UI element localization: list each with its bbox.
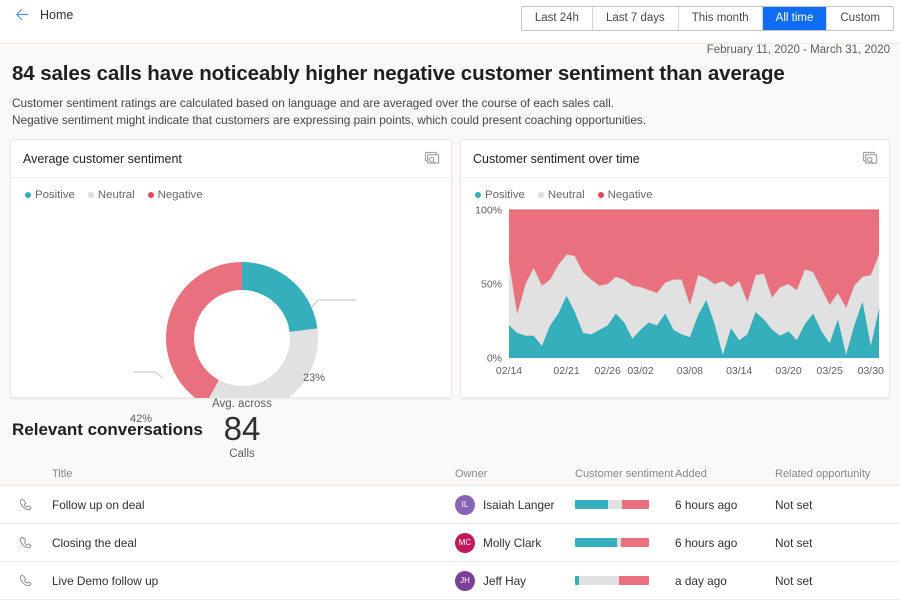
area-card-title: Customer sentiment over time [473, 152, 640, 166]
x-tick-label: 02/21 [553, 365, 579, 377]
sentiment-segment-positive [575, 500, 608, 509]
column-header-title[interactable]: Title [50, 468, 455, 480]
page-title: 84 sales calls have noticeably higher ne… [12, 62, 785, 86]
donut-slice-positive [242, 262, 317, 332]
cell-icon [0, 497, 50, 512]
x-tick-label: 03/30 [858, 365, 884, 377]
filter-custom[interactable]: Custom [827, 7, 893, 30]
description-line-1: Customer sentiment ratings are calculate… [12, 95, 646, 112]
cell-icon [0, 535, 50, 550]
cell-added: 6 hours ago [675, 536, 775, 550]
donut-leader-line-0 [311, 300, 356, 308]
column-header-customer-sentiment[interactable]: Customer sentiment [575, 468, 675, 480]
sentiment-segment-neutral [579, 576, 620, 585]
cell-owner[interactable]: MC Molly Clark [455, 533, 575, 553]
cell-title[interactable]: Live Demo follow up [50, 574, 455, 588]
cell-added: 6 hours ago [675, 498, 775, 512]
sentiment-segment-neutral [608, 500, 621, 509]
avatar: MC [455, 533, 475, 553]
donut-center-value: 84 [207, 410, 277, 448]
sentiment-segment-positive [575, 538, 617, 547]
table-row[interactable]: Closing the dealMC Molly Clark 6 hours ago… [0, 524, 900, 562]
x-tick-label: 02/14 [496, 365, 522, 377]
x-tick-label: 03/20 [775, 365, 801, 377]
table-row[interactable]: Live Demo follow upJH Jeff Hay a day agoNo… [0, 562, 900, 600]
donut-slice-neutral [205, 328, 318, 398]
filter-all-time[interactable]: All time [763, 7, 828, 30]
filter-last-7-days[interactable]: Last 7 days [593, 7, 679, 30]
x-tick-label: 03/14 [726, 365, 752, 377]
donut-card-header: Average customer sentiment [11, 140, 451, 178]
date-range-text: February 11, 2020 - March 31, 2020 [707, 44, 890, 56]
sentiment-bar [575, 538, 649, 547]
phone-icon [18, 573, 33, 588]
y-tick-label: 50% [481, 279, 502, 291]
owner-name: Jeff Hay [483, 574, 526, 588]
column-header-owner[interactable]: Owner [455, 468, 575, 480]
avatar: IL [455, 495, 475, 515]
donut-slice-negative [166, 262, 242, 398]
cell-customer-sentiment [575, 576, 675, 585]
phone-icon [18, 535, 33, 550]
drill-down-icon[interactable] [861, 150, 879, 168]
donut-chart [11, 198, 453, 398]
cell-title[interactable]: Closing the deal [50, 536, 455, 550]
column-header-related-opportunity[interactable]: Related opportunity [775, 468, 895, 480]
cell-customer-sentiment [575, 538, 675, 547]
stacked-area-chart: 0% 50% 100% 02/14 02/21 02/26 03/02 03/08 03/14 0… [461, 198, 891, 398]
sentiment-segment-negative [622, 500, 649, 509]
donut-center-unit: Calls [207, 448, 277, 460]
phone-icon [18, 497, 33, 512]
page-description: Customer sentiment ratings are calculate… [12, 95, 646, 129]
top-bar: Home Last 24h Last 7 days This month All… [0, 0, 900, 44]
average-customer-sentiment-card: Average customer sentiment Positive Neut… [10, 139, 452, 398]
cell-added: a day ago [675, 574, 775, 588]
filter-this-month[interactable]: This month [679, 7, 763, 30]
cell-customer-sentiment [575, 500, 675, 509]
time-range-filter-group: Last 24h Last 7 days This month All time… [521, 6, 894, 31]
drill-down-icon[interactable] [423, 150, 441, 168]
donut-card-title: Average customer sentiment [23, 152, 182, 166]
cell-icon [0, 573, 50, 588]
x-tick-label: 02/26 [595, 365, 621, 377]
back-to-home-link[interactable]: Home [14, 6, 73, 23]
sentiment-bar [575, 576, 649, 585]
column-header-added[interactable]: Added [675, 468, 775, 480]
cell-related-opportunity: Not set [775, 536, 895, 550]
cell-owner[interactable]: IL Isaiah Langer [455, 495, 575, 515]
cell-owner[interactable]: JH Jeff Hay [455, 571, 575, 591]
x-tick-label: 03/02 [627, 365, 653, 377]
owner-name: Molly Clark [483, 536, 541, 550]
table-row[interactable]: Follow up on dealIL Isaiah Langer 6 hours … [0, 486, 900, 524]
filter-last-24h[interactable]: Last 24h [522, 7, 593, 30]
donut-center-text: Avg. across 84 Calls [207, 398, 277, 460]
cell-title[interactable]: Follow up on deal [50, 498, 455, 512]
dashboard-page: Home Last 24h Last 7 days This month All… [0, 0, 900, 600]
avatar: JH [455, 571, 475, 591]
back-to-home-label: Home [40, 8, 73, 22]
conversations-table: Title Owner Customer sentiment Added Rel… [0, 463, 900, 600]
sentiment-segment-negative [621, 538, 649, 547]
owner-name: Isaiah Langer [483, 498, 555, 512]
x-tick-label: 03/25 [817, 365, 843, 377]
cell-related-opportunity: Not set [775, 498, 895, 512]
donut-center-caption: Avg. across [207, 398, 277, 410]
table-header-row: Title Owner Customer sentiment Added Rel… [0, 463, 900, 486]
customer-sentiment-over-time-card: Customer sentiment over time Positive Ne… [460, 139, 890, 398]
area-card-header: Customer sentiment over time [461, 140, 889, 178]
donut-leader-line-2 [133, 372, 163, 378]
relevant-conversations-title: Relevant conversations [12, 420, 203, 440]
sentiment-bar [575, 500, 649, 509]
table-body: Follow up on dealIL Isaiah Langer 6 hours … [0, 486, 900, 600]
sentiment-segment-negative [619, 576, 649, 585]
donut-label-positive: 23% [303, 372, 325, 384]
y-tick-label: 100% [475, 205, 502, 217]
x-tick-label: 03/08 [677, 365, 703, 377]
cell-related-opportunity: Not set [775, 574, 895, 588]
y-tick-label: 0% [487, 353, 502, 365]
arrow-left-icon [14, 6, 31, 23]
description-line-2: Negative sentiment might indicate that c… [12, 112, 646, 129]
